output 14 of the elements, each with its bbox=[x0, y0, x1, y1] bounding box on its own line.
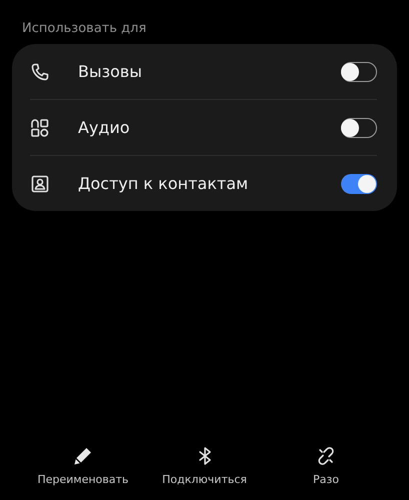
option-label: Доступ к контактам bbox=[78, 174, 250, 193]
toggle-switch[interactable] bbox=[341, 174, 377, 194]
option-label: Вызовы bbox=[78, 62, 143, 81]
phone-icon bbox=[30, 62, 50, 82]
toggle-switch[interactable] bbox=[341, 118, 377, 138]
action-button[interactable]: Переименовать bbox=[28, 441, 138, 490]
toggle-switch[interactable] bbox=[341, 62, 377, 82]
option-label: Аудио bbox=[78, 118, 131, 137]
pencil-icon bbox=[72, 445, 94, 467]
grid-icon bbox=[30, 118, 50, 138]
action-button[interactable]: Подключиться bbox=[150, 441, 260, 490]
action-button[interactable]: Разо bbox=[271, 441, 381, 490]
section-title: Использовать для bbox=[21, 20, 148, 38]
contact-card-icon bbox=[30, 174, 50, 194]
